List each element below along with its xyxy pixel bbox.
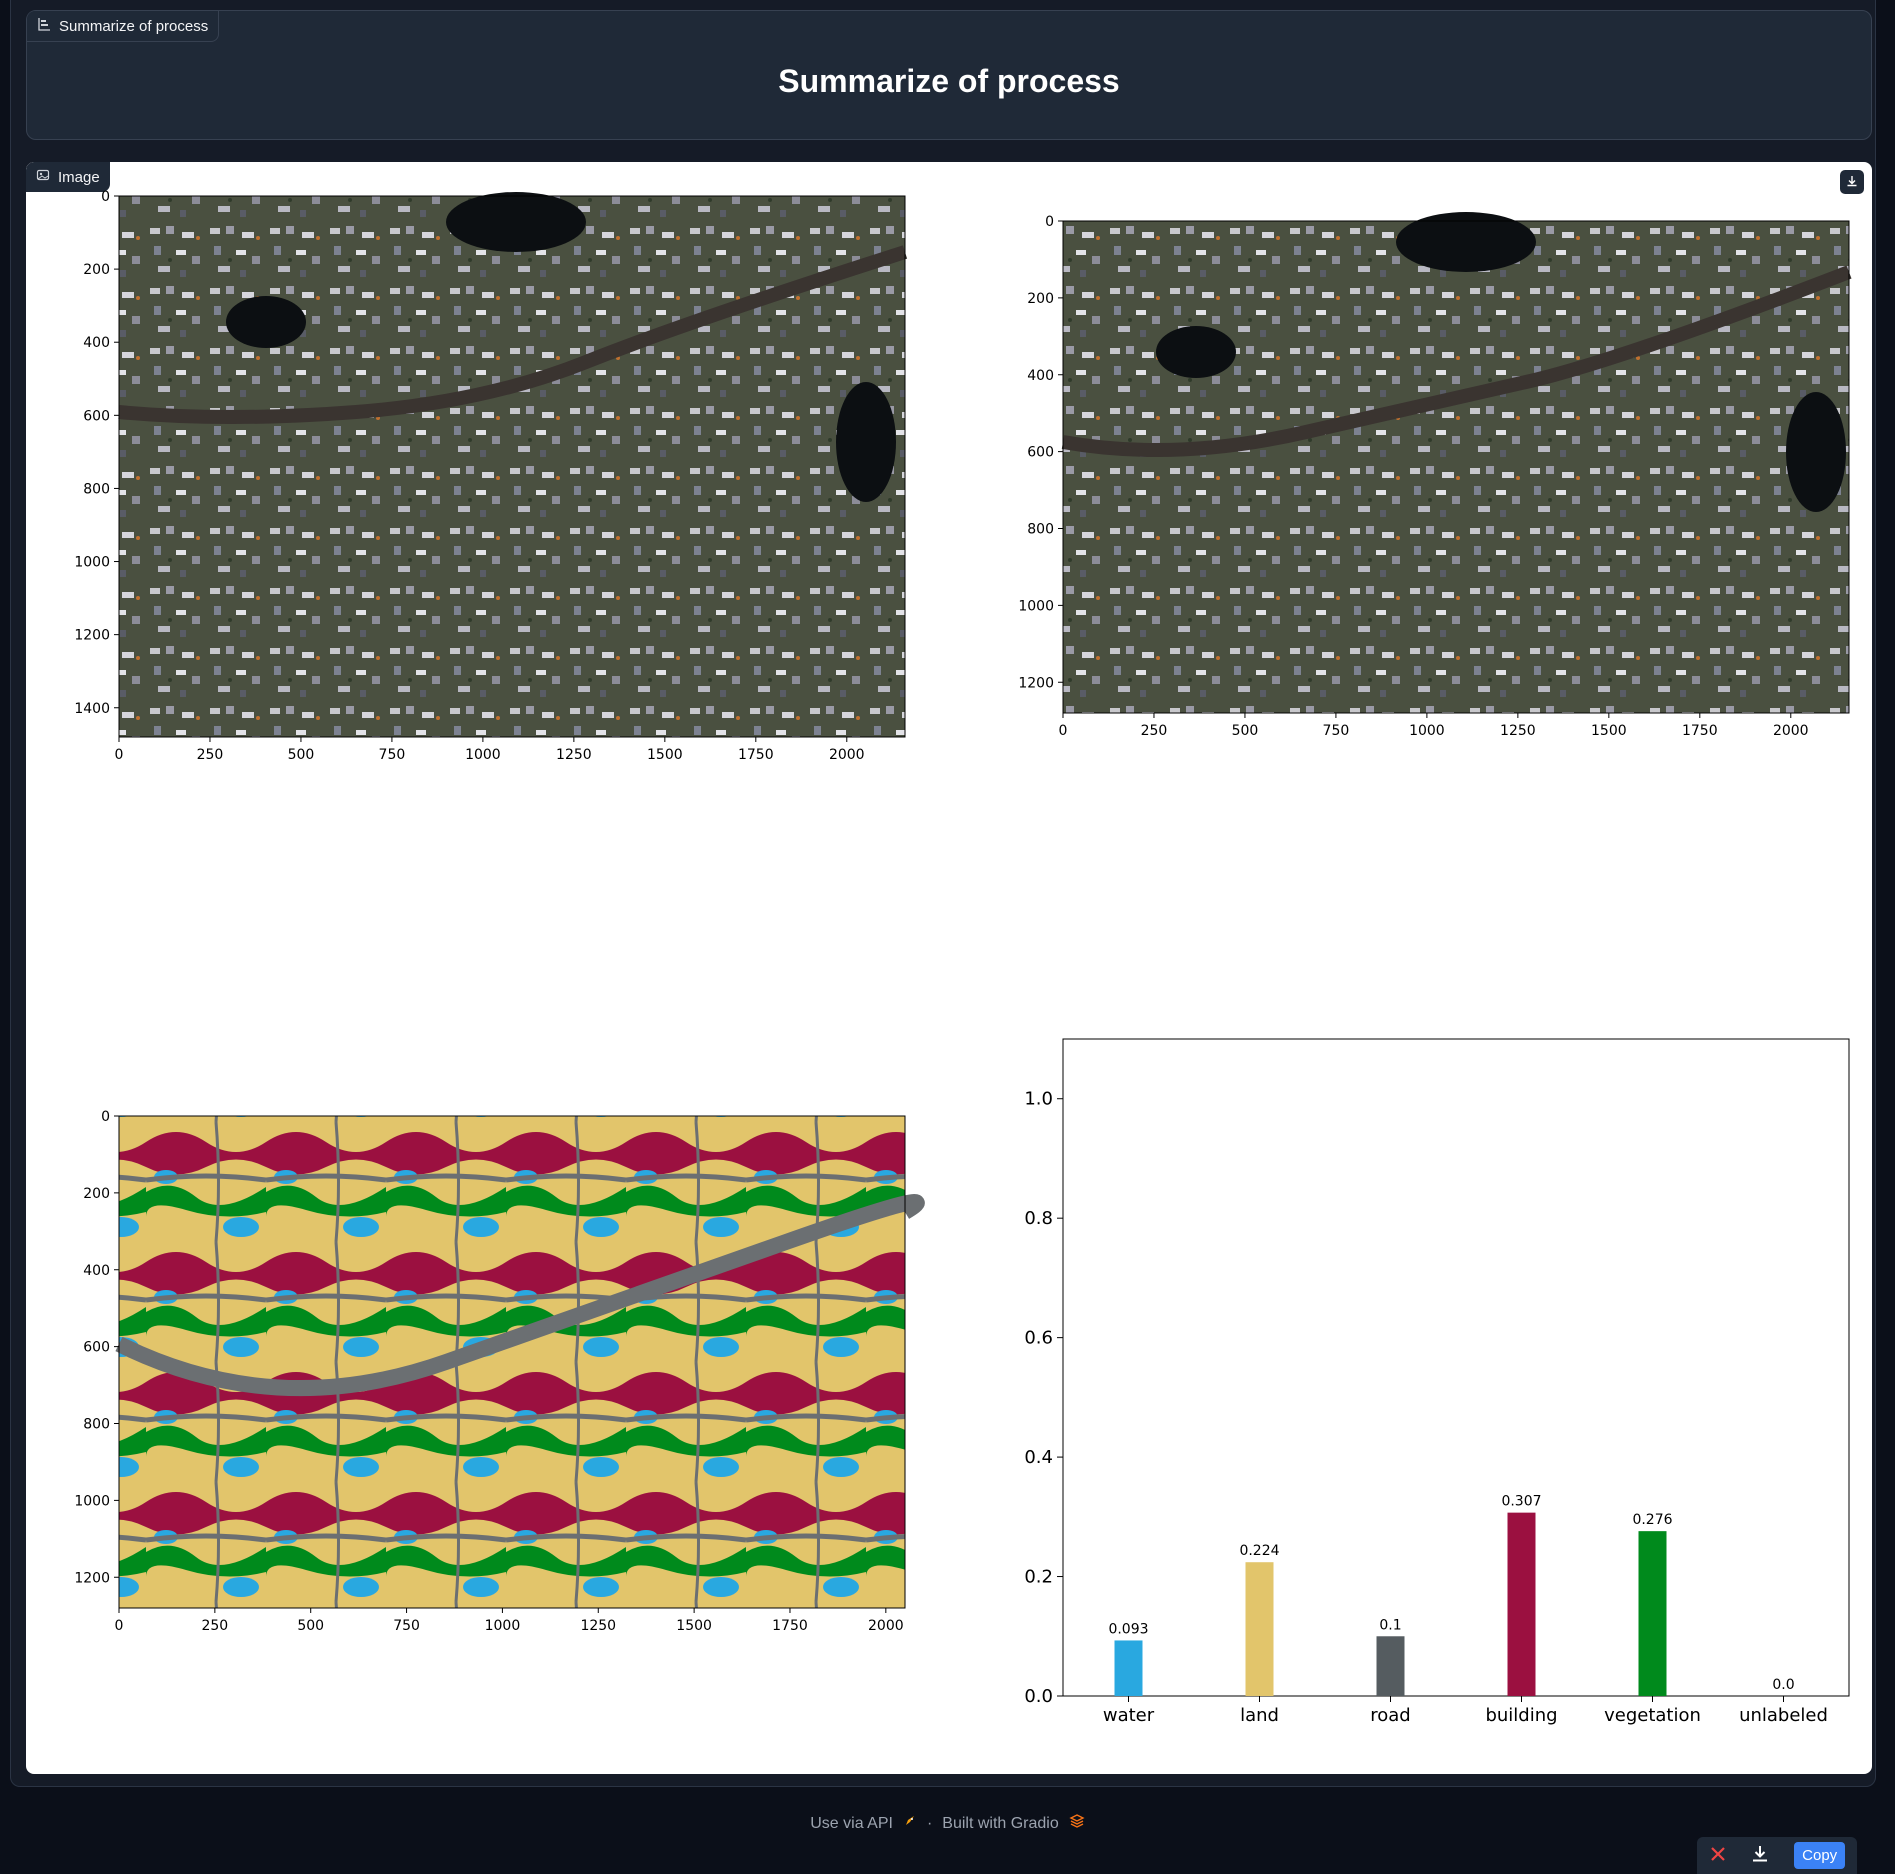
page-title: Summarize of process <box>778 63 1120 99</box>
top-right-y-tick-label: 1200 <box>1018 675 1054 691</box>
top-right-y-tick-label: 800 <box>1027 522 1054 538</box>
top-right-x-tick-label: 1750 <box>1682 723 1718 739</box>
close-icon[interactable] <box>1709 1845 1727 1867</box>
segmentation-x-tick-label: 1000 <box>485 1618 521 1634</box>
satellite-plot-top-right: 0 250 500 750 1000 1250 1500 1750 2000 0 200 400 600… <box>1018 212 1852 739</box>
top-right-x-tick-label: 1000 <box>1409 723 1445 739</box>
title-block-label: Summarize of process <box>27 11 220 42</box>
download-toolbar-icon[interactable] <box>1750 1844 1770 1868</box>
bar-category-label-land: land <box>1240 1705 1279 1726</box>
footer-separator: · <box>926 1814 933 1832</box>
chart-icon <box>37 17 51 35</box>
satellite-image-top-right <box>1063 221 1849 713</box>
segmentation-y-tick-label: 0 <box>101 1109 110 1125</box>
class-ratio-bar-chart: 0.0 0.2 0.4 0.6 0.8 1.0 0.093 water 0.224 land 0.1… <box>1024 1038 1850 1726</box>
bar-category-label-unlabeled: unlabeled <box>1739 1705 1828 1726</box>
segmentation-x-tick-label: 250 <box>201 1618 228 1634</box>
bar-value-label-unlabeled: 0.0 <box>1772 1677 1794 1693</box>
top-left-y-tick-label: 800 <box>83 481 110 497</box>
title-block-label-text: Summarize of process <box>59 17 209 35</box>
satellite-plot-top-left: 0 250 500 750 1000 1250 1500 1750 2000 0 200 400 600… <box>74 189 908 763</box>
segmentation-y-tick-label: 400 <box>83 1263 110 1279</box>
segmentation-y-tick-label: 600 <box>83 1340 110 1356</box>
top-right-x-tick-label: 750 <box>1323 723 1350 739</box>
segmentation-x-tick-label: 2000 <box>868 1618 904 1634</box>
bar-chart-y-tick-label: 0.4 <box>1024 1447 1053 1468</box>
segmentation-x-tick-label: 1500 <box>676 1618 712 1634</box>
top-left-x-tick-label: 1750 <box>738 747 774 763</box>
top-right-x-tick-label: 1250 <box>1500 723 1536 739</box>
bar-chart-y-tick-label: 0.6 <box>1024 1328 1053 1349</box>
bar-category-label-vegetation: vegetation <box>1604 1705 1701 1726</box>
top-left-y-tick-label: 1200 <box>74 628 110 644</box>
top-left-y-tick-label: 200 <box>83 262 110 278</box>
satellite-image-top-left <box>119 196 905 737</box>
top-left-y-tick-label: 400 <box>83 335 110 351</box>
rocket-icon <box>903 1814 917 1833</box>
top-right-x-tick-label: 500 <box>1232 723 1259 739</box>
segmentation-y-tick-label: 1000 <box>74 1493 110 1509</box>
use-via-api-link[interactable]: Use via API <box>810 1815 893 1833</box>
segmentation-x-tick-label: 1250 <box>580 1618 616 1634</box>
segmentation-plot: 0 250 500 750 1000 1250 1500 1750 2000 0 200 400 600… <box>74 1109 925 1634</box>
segmentation-y-tick-label: 800 <box>83 1417 110 1433</box>
segmentation-x-tick-label: 750 <box>393 1618 420 1634</box>
bar-chart-frame <box>1062 1038 1850 1697</box>
top-right-x-tick-label: 1500 <box>1591 723 1627 739</box>
top-left-x-tick-label: 1000 <box>465 747 501 763</box>
top-right-x-tick-label: 250 <box>1141 723 1168 739</box>
copy-button[interactable]: Copy <box>1794 1842 1846 1869</box>
top-right-y-tick-label: 0 <box>1045 214 1054 230</box>
bar-water <box>1114 1640 1143 1696</box>
top-left-x-tick-label: 1500 <box>647 747 683 763</box>
top-left-x-tick-label: 250 <box>197 747 224 763</box>
built-with-gradio-link[interactable]: Built with Gradio <box>942 1815 1059 1833</box>
top-right-y-tick-label: 1000 <box>1018 598 1054 614</box>
top-left-y-tick-label: 1000 <box>74 555 110 571</box>
segmentation-x-tick-label: 1750 <box>772 1618 808 1634</box>
bar-value-label-vegetation: 0.276 <box>1632 1512 1672 1528</box>
top-right-x-tick-label: 2000 <box>1773 723 1809 739</box>
top-left-x-tick-label: 2000 <box>829 747 865 763</box>
bar-value-label-land: 0.224 <box>1239 1543 1279 1559</box>
bar-land <box>1245 1562 1274 1696</box>
top-left-x-tick-label: 750 <box>379 747 406 763</box>
floating-toolbar: Copy <box>1697 1837 1857 1874</box>
bar-category-label-building: building <box>1485 1705 1557 1726</box>
bar-category-label-water: water <box>1103 1705 1155 1726</box>
segmentation-y-tick-label: 200 <box>83 1186 110 1202</box>
top-left-y-tick-label: 600 <box>83 408 110 424</box>
segmentation-x-tick-label: 0 <box>115 1618 124 1634</box>
bar-value-label-road: 0.1 <box>1379 1617 1401 1633</box>
bar-chart-y-tick-label: 0.0 <box>1024 1686 1053 1707</box>
segmentation-image <box>119 1116 905 1608</box>
bar-road <box>1376 1636 1405 1696</box>
top-right-y-tick-label: 200 <box>1027 291 1054 307</box>
bar-value-label-water: 0.093 <box>1108 1621 1148 1637</box>
gradio-logo-icon <box>1069 1814 1085 1833</box>
bar-building <box>1507 1512 1536 1696</box>
bar-value-label-building: 0.307 <box>1501 1494 1541 1510</box>
segmentation-x-tick-label: 500 <box>297 1618 324 1634</box>
bar-category-label-road: road <box>1370 1705 1410 1726</box>
image-block: Image 0 250 500 750 1000 1250 1500 1750 … <box>26 162 1872 1774</box>
top-left-x-tick-label: 0 <box>115 747 124 763</box>
bar-chart-y-tick-label: 0.8 <box>1024 1208 1053 1229</box>
top-right-y-tick-label: 400 <box>1027 368 1054 384</box>
segmentation-y-tick-label: 1200 <box>74 1570 110 1586</box>
bar-chart-y-tick-label: 1.0 <box>1024 1089 1053 1110</box>
top-right-x-tick-label: 0 <box>1059 723 1068 739</box>
bar-vegetation <box>1638 1531 1667 1696</box>
footer: Use via API · Built with Gradio <box>0 1814 1895 1833</box>
top-left-x-tick-label: 1250 <box>556 747 592 763</box>
top-right-y-tick-label: 600 <box>1027 445 1054 461</box>
bar-chart-y-tick-label: 0.2 <box>1024 1567 1053 1588</box>
top-left-x-tick-label: 500 <box>288 747 315 763</box>
top-left-y-tick-label: 0 <box>101 189 110 205</box>
plots-figure: 0 250 500 750 1000 1250 1500 1750 20000200400600… <box>74 189 1852 1726</box>
title-block: Summarize of process Summarize of proces… <box>26 10 1872 140</box>
top-left-y-tick-label: 1400 <box>74 701 110 717</box>
